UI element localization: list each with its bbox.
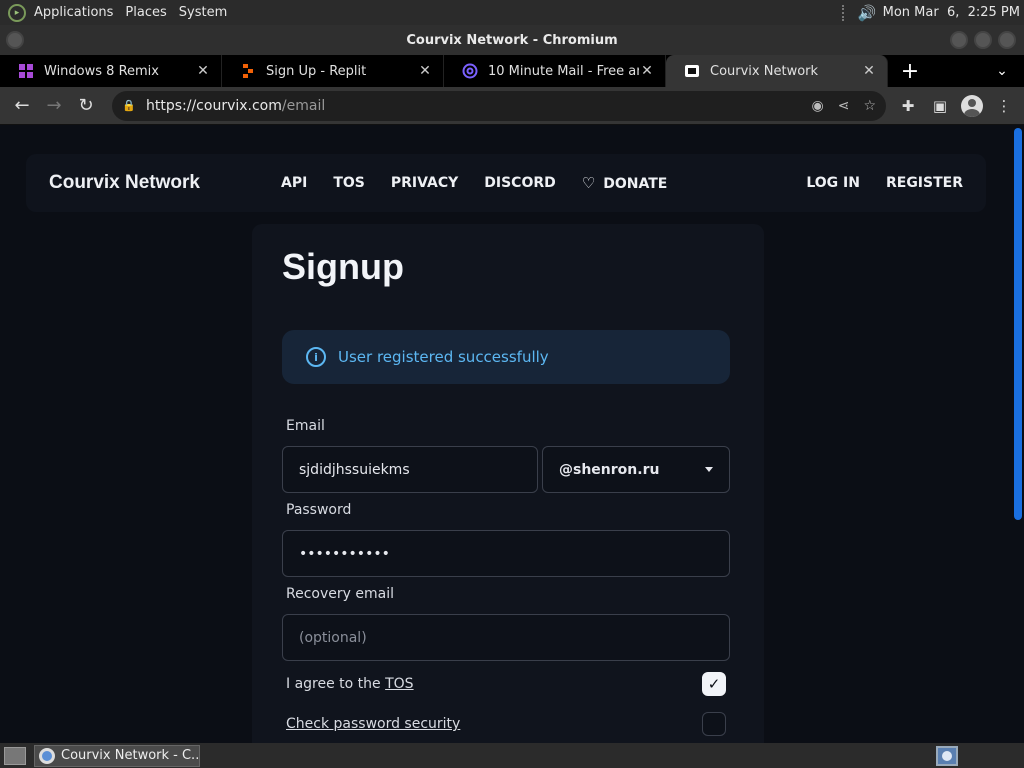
agree-tos-checkbox[interactable]: ✓ (702, 672, 726, 696)
tab-close-icon[interactable]: ✕ (861, 63, 877, 79)
share-icon[interactable]: ⋖ (838, 98, 850, 114)
url-path: /email (281, 97, 326, 114)
window-title: Courvix Network - Chromium (406, 32, 618, 48)
password-security-row: Check password security (286, 712, 730, 736)
panel-clock[interactable]: Mon Mar 6, 2:25 PM (883, 5, 1020, 20)
tab-windows8remix[interactable]: Windows 8 Remix ✕ (0, 55, 222, 87)
at-sign-favicon-icon (462, 63, 478, 79)
tab-close-icon[interactable]: ✕ (417, 63, 433, 79)
agree-prefix: I agree to the (286, 676, 386, 692)
menu-places[interactable]: Places (119, 0, 172, 25)
panel-separator (841, 4, 846, 21)
nav-discord[interactable]: DISCORD (484, 175, 556, 191)
scrollbar-thumb[interactable] (1014, 128, 1022, 520)
chromium-icon (39, 747, 55, 764)
password-label: Password (286, 502, 352, 518)
close-window-button[interactable] (998, 31, 1016, 49)
window-titlebar: Courvix Network - Chromium (0, 25, 1024, 55)
password-security-link[interactable]: Check password security (286, 716, 460, 732)
extensions-puzzle-icon[interactable]: ✚ (896, 94, 920, 118)
tab-search-chevron-icon[interactable]: ⌄ (980, 55, 1024, 87)
success-alert: i User registered successfully (282, 330, 730, 384)
top-panel: ▸ Applications Places System 🔊 Mon Mar 6… (0, 0, 1024, 25)
url-host: https://courvix.com (146, 97, 282, 114)
nav-donate-label: DONATE (603, 176, 668, 192)
side-panel-icon[interactable]: ▣ (928, 94, 952, 118)
tab-label: 10 Minute Mail - Free anonymous (488, 63, 639, 79)
recovery-email-label: Recovery email (286, 586, 394, 602)
page-viewport: Courvix Network API TOS PRIVACY DISCORD … (0, 126, 1012, 743)
tab-courvix[interactable]: Courvix Network ✕ (666, 55, 888, 87)
taskbar-window-chromium[interactable]: Courvix Network - C... (34, 744, 200, 767)
gnome-foot-icon[interactable]: ▸ (8, 3, 26, 22)
bookmark-star-icon[interactable]: ☆ (863, 98, 876, 114)
tab-replit[interactable]: Sign Up - Replit ✕ (222, 55, 444, 87)
nav-privacy[interactable]: PRIVACY (391, 175, 458, 191)
menu-applications[interactable]: Applications (28, 0, 119, 25)
replit-favicon-icon (243, 64, 253, 78)
profile-avatar-icon[interactable] (960, 94, 984, 118)
alert-message: User registered successfully (338, 348, 549, 366)
domain-selected-value: @shenron.ru (559, 461, 660, 478)
address-bar[interactable]: 🔒 https://courvix.com/email ◉ ⋖ ☆ (112, 90, 886, 121)
tab-strip: Windows 8 Remix ✕ Sign Up - Replit ✕ 10 … (0, 55, 1024, 87)
windows-favicon-icon (19, 64, 33, 78)
nav-login[interactable]: LOG IN (806, 175, 860, 191)
reload-icon[interactable]: ↻ (70, 90, 102, 122)
heart-icon: ♡ (581, 174, 596, 192)
tab-close-icon[interactable]: ✕ (195, 63, 211, 79)
nav-donate[interactable]: ♡ DONATE (582, 174, 668, 192)
minimize-button[interactable] (950, 31, 968, 49)
tab-label: Courvix Network (710, 63, 819, 79)
tab-10minutemail[interactable]: 10 Minute Mail - Free anonymous ✕ (444, 55, 666, 87)
nav-api[interactable]: API (281, 175, 307, 191)
back-arrow-icon[interactable]: ← (6, 90, 38, 122)
kebab-menu-icon[interactable]: ⋮ (992, 94, 1016, 118)
email-domain-select[interactable]: @shenron.ru (542, 446, 730, 493)
maximize-button[interactable] (974, 31, 992, 49)
info-icon: i (306, 347, 326, 367)
password-input[interactable]: ••••••••••• (282, 530, 730, 577)
tos-link[interactable]: TOS (385, 676, 413, 692)
window-menu-button[interactable] (6, 31, 24, 49)
bottom-taskbar: Courvix Network - C... (0, 743, 1024, 768)
menu-system[interactable]: System (173, 0, 233, 25)
forward-arrow-icon[interactable]: → (38, 90, 70, 122)
show-desktop-button[interactable] (4, 746, 26, 765)
volume-icon[interactable]: 🔊 (858, 4, 877, 22)
site-navbar: Courvix Network API TOS PRIVACY DISCORD … (26, 154, 986, 212)
agree-tos-row: I agree to the TOS ✓ (286, 672, 730, 696)
nav-register[interactable]: REGISTER (886, 175, 963, 191)
recovery-email-input[interactable]: (optional) (282, 614, 730, 661)
page-title: Signup (282, 246, 404, 287)
site-brand[interactable]: Courvix Network (49, 172, 281, 194)
caret-down-icon (705, 467, 713, 472)
password-security-checkbox[interactable] (702, 712, 726, 736)
avatar (961, 94, 983, 117)
tab-label: Sign Up - Replit (266, 63, 367, 79)
tracking-eye-off-icon[interactable]: ◉ (811, 98, 823, 114)
lock-icon[interactable]: 🔒 (122, 99, 136, 112)
courvix-favicon-icon (685, 65, 699, 77)
page-scrollbar[interactable] (1012, 126, 1024, 743)
nav-tos[interactable]: TOS (333, 175, 365, 191)
tab-label: Windows 8 Remix (44, 63, 159, 79)
taskbar-window-label: Courvix Network - C... (61, 748, 200, 763)
new-tab-button[interactable]: + (888, 55, 932, 87)
workspace-switcher[interactable] (936, 745, 958, 766)
checkmark-icon: ✓ (707, 675, 721, 693)
email-username-input[interactable]: sjdidjhssuiekms (282, 446, 538, 493)
email-label: Email (286, 418, 325, 434)
browser-toolbar: ← → ↻ 🔒 https://courvix.com/email ◉ ⋖ ☆ … (0, 87, 1024, 125)
signup-card: Signup i User registered successfully Em… (252, 224, 764, 743)
tab-close-icon[interactable]: ✕ (639, 63, 655, 79)
